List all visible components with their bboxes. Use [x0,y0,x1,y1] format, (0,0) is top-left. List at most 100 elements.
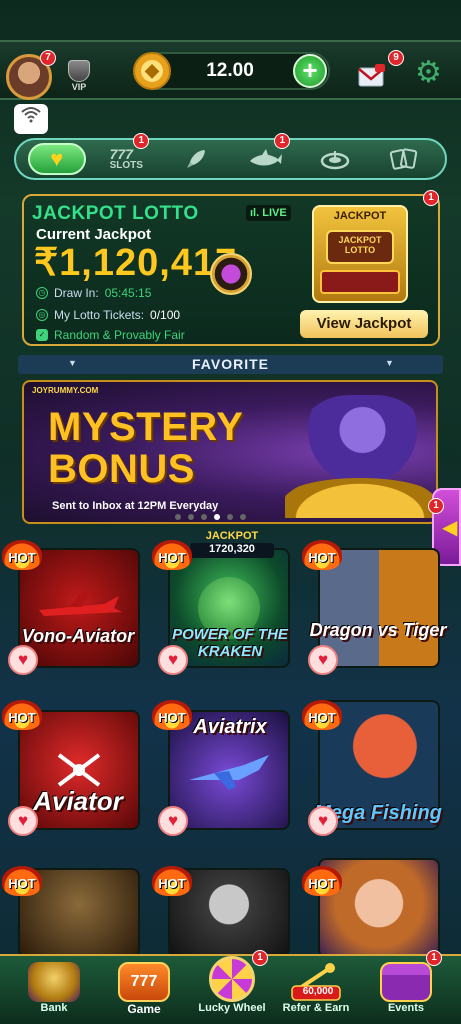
hot-label: HOT [8,710,36,725]
jackpot-card-badge: 1 [423,190,439,206]
ticket-icon: ◎ [36,309,48,321]
nav-events-label: Events [387,1002,425,1014]
favorite-label: FAVORITE [192,356,269,372]
favorite-heart-button[interactable]: ♥ [8,645,38,675]
fair-label: Random & Provably Fair [54,328,185,342]
lucky-wheel-badge: 1 [252,950,268,966]
nav-lucky-wheel-label: Lucky Wheel [198,1002,266,1014]
tab-cards[interactable] [375,143,433,175]
hot-label: HOT [8,876,36,891]
gift-icon [380,962,432,1002]
banner-dot[interactable] [240,514,246,520]
lotto-machine-base [320,270,400,294]
side-tab-badge: 1 [428,498,444,514]
vip-shield-icon [68,60,90,82]
view-jackpot-button[interactable]: View Jackpot [300,310,428,338]
settings-gear-icon[interactable]: ⚙ [415,58,442,88]
favorite-arrow-left-icon: ▼ [68,358,77,368]
favorite-heart-button[interactable]: ♥ [158,806,188,836]
banner-dot-active[interactable] [214,514,220,520]
favorite-heart-button[interactable]: ♥ [308,806,338,836]
draw-in-row: ◷ Draw In: 05:45:15 [36,286,151,300]
hot-label: HOT [158,710,186,725]
tickets-row: ◎ My Lotto Tickets: 0/100 [36,308,180,322]
lotto-machine-label: JACKPOT [333,210,387,222]
game-slot-icon: 777 [118,962,170,1002]
kraken-jackpot-value: 1720,320 [190,543,274,558]
roulette-icon [320,151,349,170]
game-name-vono-aviator: Vono-Aviator [21,626,135,646]
hot-label: HOT [308,550,336,565]
banner-dot[interactable] [175,514,181,520]
mail-icon [358,64,385,87]
tickets-value: 0/100 [150,308,181,322]
rocket-icon [186,150,205,168]
refer-earn-amount: 60,000 [302,986,334,997]
nav-game[interactable]: 777 Game [104,962,184,1020]
favorite-heart-button[interactable]: ♥ [8,806,38,836]
coin-icon: ◆ [133,52,171,90]
current-jackpot-amount: ₹1,120,417 [34,242,238,284]
game-name-dragon-vs-tiger: Dragon vs Tiger [309,620,447,640]
slots-label: SLOTS [109,160,143,171]
banner-dot[interactable] [188,514,194,520]
nav-events[interactable]: Events [366,962,446,1020]
events-badge: 1 [426,950,442,966]
jet-icon [189,755,269,790]
lotto-machine-screen: JACKPOT LOTTO [326,230,394,264]
hot-label: HOT [8,550,36,565]
lucky-wheel-icon [209,956,255,1002]
banner-brand: JOYRUMMY.COM [32,386,99,395]
vip-label: VIP [71,82,87,92]
favorite-heart-button[interactable]: ♥ [158,645,188,675]
slots-777-label: 777 [109,146,133,162]
shield-check-icon: ✓ [36,329,48,341]
favorite-heart-button[interactable]: ♥ [308,645,338,675]
slots-badge: 1 [133,133,150,149]
draw-in-value: 05:45:15 [104,286,152,300]
banner-dot[interactable] [227,514,233,520]
draw-in-label: Draw In: [54,286,99,300]
tab-crash[interactable] [167,143,225,175]
tab-slots[interactable]: 777 SLOTS 1 [97,133,155,175]
banner-subtitle: Sent to Inbox at 12PM Everyday [52,500,219,512]
vip-badge[interactable]: VIP [64,60,94,92]
tickets-label: My Lotto Tickets: [54,308,145,322]
chevron-left-icon: ◀ [442,517,458,539]
banner-pagination [175,514,246,520]
hot-label: HOT [308,876,336,891]
bank-icon [28,962,80,1002]
cards-icon [390,148,418,170]
add-balance-button[interactable]: + [293,54,327,88]
lotto-machine-screen-line2: LOTTO [344,245,376,255]
live-bars-icon: ıl. [250,207,263,219]
banner-title-line2: BONUS [48,447,195,491]
nav-bank[interactable]: Bank [14,962,94,1020]
favorite-arrow-right-icon: ▼ [385,358,394,368]
hot-label: HOT [158,876,186,891]
nav-refer-earn[interactable]: 60,000 Refer & Earn [276,962,356,1020]
lotto-machine-screen-line1: JACKPOT [338,235,382,245]
tab-fishing[interactable]: 1 [236,133,294,175]
live-label: LIVE [262,207,287,219]
plane-icon [39,590,122,616]
fishing-badge: 1 [274,133,291,149]
jackpot-lotto-title: JACKPOT LOTTO [32,203,199,224]
banner-dot[interactable] [201,514,207,520]
fair-row: ✓ Random & Provably Fair [36,328,185,342]
banner-title-line1: MYSTERY [48,405,244,449]
kraken-jackpot-label: JACKPOT [205,530,259,542]
banner-title: MYSTERY BONUS [48,406,243,490]
mail-button[interactable] [357,60,391,90]
gold-coins-image [285,478,435,518]
tab-favorite[interactable]: ♥ [27,143,86,175]
wifi-icon [14,104,48,134]
tab-roulette[interactable] [306,143,364,175]
category-bar: ♥ 777 SLOTS 1 1 [14,133,447,180]
nav-lucky-wheel[interactable]: Lucky Wheel [192,956,272,1020]
hot-label: HOT [158,550,186,565]
nav-bank-label: Bank [40,1002,68,1014]
nav-game-label: Game [127,1002,161,1016]
jackpot-knob-icon [210,253,252,295]
avatar-badge: 7 [40,50,56,66]
